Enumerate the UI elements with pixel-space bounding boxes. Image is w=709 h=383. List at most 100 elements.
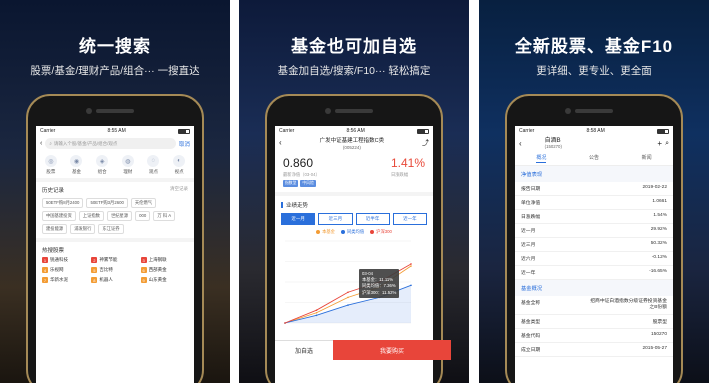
action-bar: 加自选 我要购买 [275,340,451,360]
legend-label: 本基金 [322,228,335,234]
search-input[interactable]: ⌕ 请输入个股/基金/产品/组合/观点 [45,138,176,149]
hot-stock-name: 乐视网 [50,267,64,272]
history-chip[interactable]: 000 [135,211,151,221]
info-value: 1.54% [653,213,667,219]
rank-badge: 2 [91,257,98,263]
category-label: 视点 [174,169,184,174]
hot-stock-item[interactable]: 6 西部黄金 [140,267,188,273]
rank-badge: 8 [91,277,98,283]
camera-icon [325,108,331,114]
hot-stock-item[interactable]: 5 吉比特 [91,267,138,273]
hot-stock-item[interactable]: 1 锐通科技 [42,257,89,263]
info-value: 2015-05-27 [642,346,667,352]
f10-navbar: ‹ 自酒B (150270) + ⌕ [515,136,673,151]
promo-panel-search: 统一搜索 股票/基金/理财产品/组合··· 一搜直达 Carrier 8:55 … [0,0,230,383]
history-chip[interactable]: 50ETF购3月2600 [86,198,128,208]
info-row: 报告日期 2019-02-22 [515,182,673,197]
carrier-label: Carrier [40,128,56,134]
data-point [410,284,412,287]
search-icon[interactable]: ⌕ [665,140,669,148]
period-tab[interactable]: 近一年 [392,212,427,225]
info-row: 基金代码 150270 [515,329,673,344]
earpiece [575,109,613,113]
category-label: 基金 [71,169,81,174]
rank-badge: 6 [140,267,147,273]
history-chip[interactable]: 中国基建投资 [42,211,76,221]
info-row: 近一月 29.92% [515,224,673,239]
data-point [284,322,286,324]
clock-label: 8:55 AM [107,128,126,134]
fund-name: 广发中证基建工程指数C类 [319,138,385,144]
clear-history-button[interactable]: 清空记录 [170,186,188,194]
panel-headline: 统一搜索 [79,37,151,56]
back-icon[interactable]: ‹ [40,140,42,147]
hot-stock-item[interactable]: 7 华新水泥 [42,277,89,283]
hot-stock-item[interactable]: 2 神雾节能 [91,257,138,263]
cancel-button[interactable]: 取消 [179,140,190,148]
history-chip[interactable]: 世纪星源 [106,211,133,221]
status-bar: Carrier 8:58 AM [515,126,673,136]
legend-item: 沪深300 [370,229,392,235]
hot-stock-item[interactable]: 4 乐视网 [42,267,89,273]
info-value: 股票型 [652,320,667,326]
add-watchlist-button[interactable]: 加自选 [275,340,333,360]
rank-badge: 1 [42,257,48,263]
f10-tab[interactable]: 概况 [536,154,547,164]
legend-item: 本基金 [316,229,335,235]
period-tab[interactable]: 近半年 [355,212,390,225]
share-icon[interactable]: ⤴ [422,138,429,148]
history-title: 历史记录 [42,188,65,194]
hot-stock-name: 吉比特 [99,267,113,272]
f10-tab[interactable]: 公告 [589,154,599,163]
back-icon[interactable]: ‹ [519,139,522,148]
info-value: 150270 [650,332,667,338]
phone-screen: Carrier 8:55 AM ‹ ⌕ 请输入个股/基金/产品/组合/观点 取消… [36,126,194,383]
buy-button[interactable]: 我要购买 [333,340,451,360]
nav-value: 0.860 [283,155,314,170]
info-row: 成立日期 2015-05-27 [515,343,673,358]
rank-badge: 5 [91,267,98,273]
category-wealth[interactable]: ◍ 理财 [121,155,134,175]
fund-tags: 指数型 中风险 [275,179,433,192]
add-icon[interactable]: + [657,139,662,148]
carrier-label: Carrier [519,128,535,134]
period-tab[interactable]: 近一月 [281,212,316,225]
hot-stock-item[interactable]: 3 上海钢联 [140,257,188,263]
info-key: 成立日期 [521,348,541,354]
rank-badge: 9 [140,277,147,283]
history-chip[interactable]: 50ETF购8月2400 [42,198,84,208]
fund-tag: 指数型 [283,179,299,187]
history-chip[interactable]: 浦发银行 [70,224,96,234]
category-opinion[interactable]: ◌ 观点 [147,155,160,175]
history-chip[interactable]: 上证指数 [78,211,104,221]
stock-icon: ◎ [44,155,57,167]
hot-stock-item[interactable]: 8 机器人 [91,277,138,283]
f10-tab[interactable]: 新闻 [642,154,652,163]
info-key: 单位净值 [521,201,541,207]
hot-stock-name: 神雾节能 [99,257,118,262]
category-viewpoint[interactable]: ◐ 视点 [173,155,186,175]
history-chips: 50ETF购8月2400 50ETF购3月2600 天伦燃气中国基建投资 上证指数 世纪… [36,196,194,242]
hot-title: 热搜股票 [42,248,65,254]
earpiece [335,109,373,113]
section-marker [281,201,283,208]
history-chip[interactable]: 东江证券 [98,224,124,234]
info-value: 2019-02-22 [642,185,667,191]
history-chip[interactable]: 天伦燃气 [130,198,157,208]
rank-badge: 3 [140,257,147,263]
history-chip[interactable]: 万 科 A [153,211,176,221]
history-chip[interactable]: 建投能源 [42,224,68,234]
promo-panel-watchlist: 基金也可加自选 基金加自选/搜索/F10··· 轻松搞定 Carrier 8:5… [239,0,469,383]
info-key: 近一年 [521,271,536,277]
category-label: 组合 [97,169,107,174]
legend-swatch [316,229,321,234]
panel-headline: 全新股票、基金F10 [514,37,674,56]
category-stock[interactable]: ◎ 股票 [44,155,57,175]
category-fund[interactable]: ◉ 基金 [70,155,83,175]
info-row: 近一年 -16.65% [515,266,673,281]
battery-icon [656,128,669,134]
battery-icon [177,128,190,134]
hot-stock-item[interactable]: 9 山东黄金 [140,277,188,283]
category-portfolio[interactable]: ◈ 组合 [96,155,109,175]
period-tab[interactable]: 近三月 [318,212,353,225]
